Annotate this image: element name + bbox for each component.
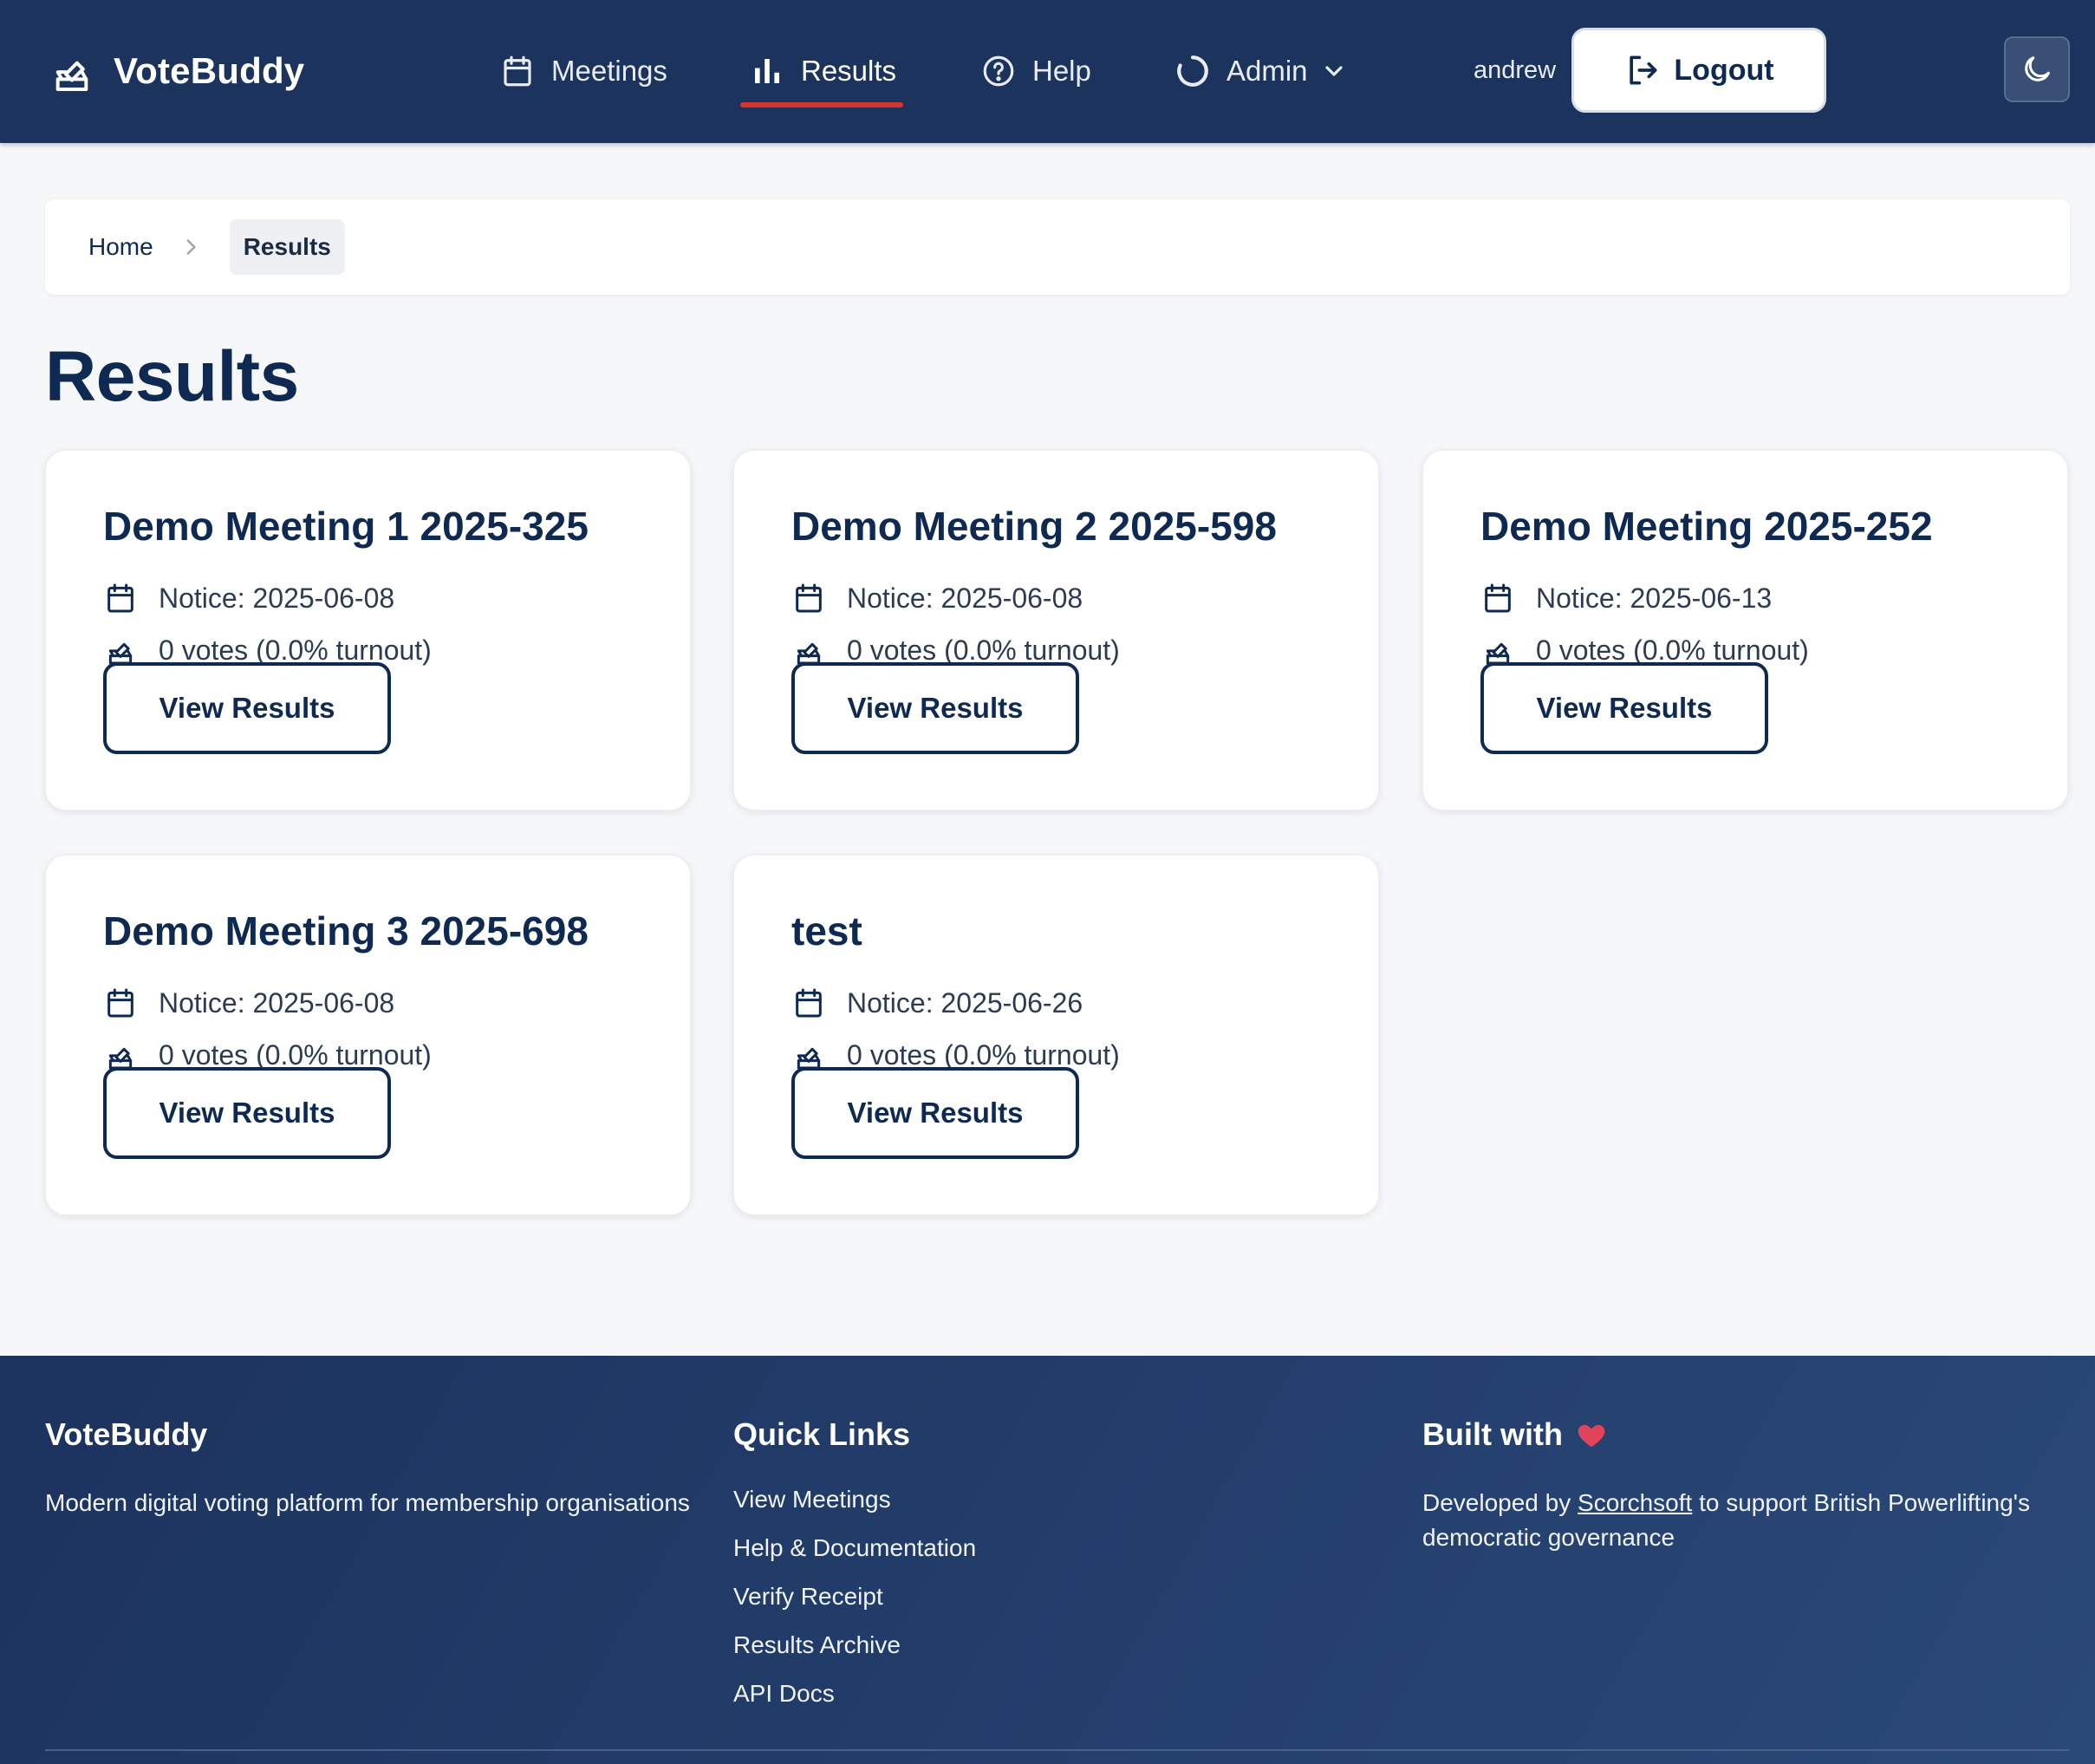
nav-meetings-label: Meetings [551, 55, 667, 87]
meeting-vote-count: 0 votes (0.0% turnout) [847, 634, 1120, 666]
brand-name: VoteBuddy [114, 50, 305, 91]
current-user-name: andrew [1474, 56, 1557, 84]
meeting-vote-count: 0 votes (0.0% turnout) [159, 634, 432, 666]
site-footer: VoteBuddy Modern digital voting platform… [0, 1356, 2095, 1764]
meeting-title: test [791, 908, 862, 954]
meeting-notice-date: Notice: 2025-06-08 [847, 582, 1083, 614]
nav-meetings[interactable]: Meetings [499, 35, 667, 107]
footer-links-heading: Quick Links [733, 1416, 911, 1452]
footer-divider [45, 1749, 2070, 1751]
nav-help-label: Help [1032, 55, 1091, 87]
calendar-icon [796, 583, 822, 613]
breadcrumb: Home Results [45, 199, 2070, 295]
meeting-notice-row: Notice: 2025-06-13 [1480, 581, 1772, 615]
brand-link[interactable]: VoteBuddy [48, 43, 304, 99]
view-results-button[interactable]: View Results [1480, 662, 1768, 754]
nav-admin-dropdown[interactable]: Admin [1174, 35, 1348, 107]
footer-link-view-meetings[interactable]: View Meetings [733, 1482, 976, 1531]
scorchsoft-link[interactable]: Scorchsoft [1578, 1489, 1692, 1516]
view-results-button[interactable]: View Results [791, 1067, 1079, 1159]
calendar-icon [504, 55, 531, 87]
meeting-result-card: Demo Meeting 3 2025-698 Notice: 2025-06-… [45, 855, 691, 1215]
moon-icon [2025, 56, 2050, 81]
view-results-button[interactable]: View Results [791, 662, 1079, 754]
meeting-result-card: Demo Meeting 2 2025-598 Notice: 2025-06-… [733, 450, 1379, 810]
bar-chart-icon [755, 59, 779, 83]
chevron-down-icon [1324, 66, 1343, 76]
meeting-notice-date: Notice: 2025-06-13 [1536, 582, 1773, 614]
chevron-right-icon [186, 239, 196, 255]
logout-button[interactable]: Logout [1571, 28, 1826, 113]
footer-link-api-docs[interactable]: API Docs [733, 1676, 976, 1725]
view-results-button[interactable]: View Results [103, 1067, 391, 1159]
meeting-title: Demo Meeting 1 2025-325 [103, 504, 589, 549]
meeting-title: Demo Meeting 3 2025-698 [103, 908, 589, 954]
circle-notch-icon [1177, 55, 1208, 87]
meeting-notice-date: Notice: 2025-06-26 [847, 986, 1083, 1019]
calendar-icon [107, 583, 133, 613]
nav-active-indicator [740, 102, 903, 107]
footer-brand-text: Modern digital voting platform for membe… [45, 1489, 690, 1516]
calendar-icon [796, 988, 822, 1018]
meeting-notice-row: Notice: 2025-06-08 [791, 581, 1083, 615]
meeting-result-card: Demo Meeting 2025-252 Notice: 2025-06-13… [1422, 450, 2068, 810]
top-navbar: VoteBuddy Meetings Results Help Admin an… [0, 0, 2095, 143]
meeting-title: Demo Meeting 2 2025-598 [791, 504, 1277, 549]
breadcrumb-home-link[interactable]: Home [88, 233, 153, 261]
meeting-title: Demo Meeting 2025-252 [1480, 504, 1933, 549]
footer-brand-heading: VoteBuddy [45, 1416, 208, 1452]
footer-built-prefix: Developed by [1422, 1489, 1578, 1516]
meeting-notice-row: Notice: 2025-06-08 [103, 581, 394, 615]
nav-results[interactable]: Results [749, 35, 896, 107]
meeting-vote-count: 0 votes (0.0% turnout) [847, 1038, 1120, 1071]
meeting-vote-count: 0 votes (0.0% turnout) [159, 1038, 432, 1071]
meeting-result-card: Demo Meeting 1 2025-325 Notice: 2025-06-… [45, 450, 691, 810]
footer-built-heading: Built with [1422, 1416, 2046, 1453]
footer-built-label: Built with [1422, 1416, 1563, 1452]
calendar-icon [107, 988, 133, 1018]
footer-links-list: View Meetings Help & Documentation Verif… [733, 1482, 976, 1725]
meeting-notice-row: Notice: 2025-06-08 [103, 986, 394, 1020]
breadcrumb-current: Results [229, 219, 345, 275]
ballot-box-icon [55, 61, 88, 91]
meeting-notice-row: Notice: 2025-06-26 [791, 986, 1083, 1020]
view-results-button[interactable]: View Results [103, 662, 391, 754]
footer-brand-column: VoteBuddy Modern digital voting platform… [45, 1416, 690, 1520]
meeting-notice-date: Notice: 2025-06-08 [159, 986, 395, 1019]
help-circle-icon [983, 55, 1014, 87]
calendar-icon [1485, 583, 1511, 613]
heart-icon [1578, 1424, 1605, 1448]
page-title: Results [45, 337, 299, 416]
footer-link-results-archive[interactable]: Results Archive [733, 1628, 976, 1676]
meeting-result-card: test Notice: 2025-06-26 0 votes (0.0% tu… [733, 855, 1379, 1215]
footer-links-column: Quick Links View Meetings Help & Documen… [733, 1416, 976, 1725]
footer-link-help[interactable]: Help & Documentation [733, 1531, 976, 1579]
nav-admin-label: Admin [1226, 55, 1308, 87]
meeting-vote-count: 0 votes (0.0% turnout) [1536, 634, 1809, 666]
nav-help[interactable]: Help [980, 35, 1091, 107]
footer-built-text: Developed by Scorchsoft to support Briti… [1422, 1486, 2046, 1555]
meeting-notice-date: Notice: 2025-06-08 [159, 582, 395, 614]
logout-icon [1630, 55, 1657, 85]
dark-mode-toggle[interactable] [2004, 36, 2070, 102]
footer-link-verify-receipt[interactable]: Verify Receipt [733, 1579, 976, 1628]
logout-label: Logout [1674, 53, 1774, 87]
nav-results-label: Results [801, 55, 897, 87]
footer-built-column: Built with Developed by Scorchsoft to su… [1422, 1416, 2046, 1555]
